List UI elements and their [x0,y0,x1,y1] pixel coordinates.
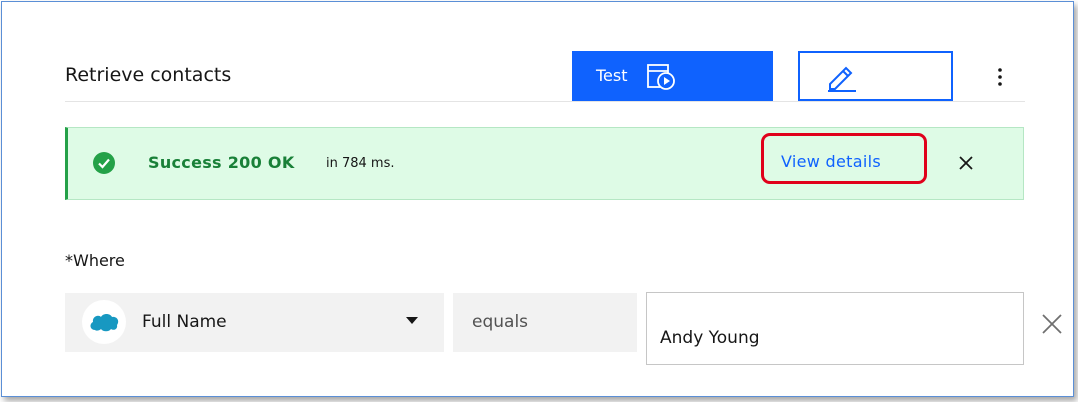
header-divider [65,101,1025,102]
test-button[interactable]: Test [572,51,773,101]
field-dropdown-value: Full Name [142,312,227,332]
card-title: Retrieve contacts [65,64,232,86]
where-label: *Where [65,251,125,270]
test-button-label: Test [596,66,628,85]
caret-down-icon [406,317,418,324]
notification-status: Success 200 OK [148,153,295,172]
pencil-icon [828,66,856,92]
test-run-icon [647,64,675,90]
connector-card: Retrieve contacts Test Success 200 OK in… [1,1,1074,397]
operator-field[interactable]: equals [453,293,637,352]
salesforce-icon [82,300,126,344]
notification-subtitle: in 784 ms. [326,156,395,171]
view-details-highlight [761,133,927,184]
overflow-menu-vertical-icon[interactable] [990,64,1010,90]
field-dropdown[interactable]: Full Name [65,293,444,352]
condition-value-input[interactable] [646,292,1024,365]
checkmark-filled-icon [93,152,115,174]
operator-value: equals [472,312,529,332]
close-icon[interactable] [957,154,975,172]
remove-condition-icon[interactable] [1041,313,1063,335]
edit-button[interactable] [798,51,953,101]
